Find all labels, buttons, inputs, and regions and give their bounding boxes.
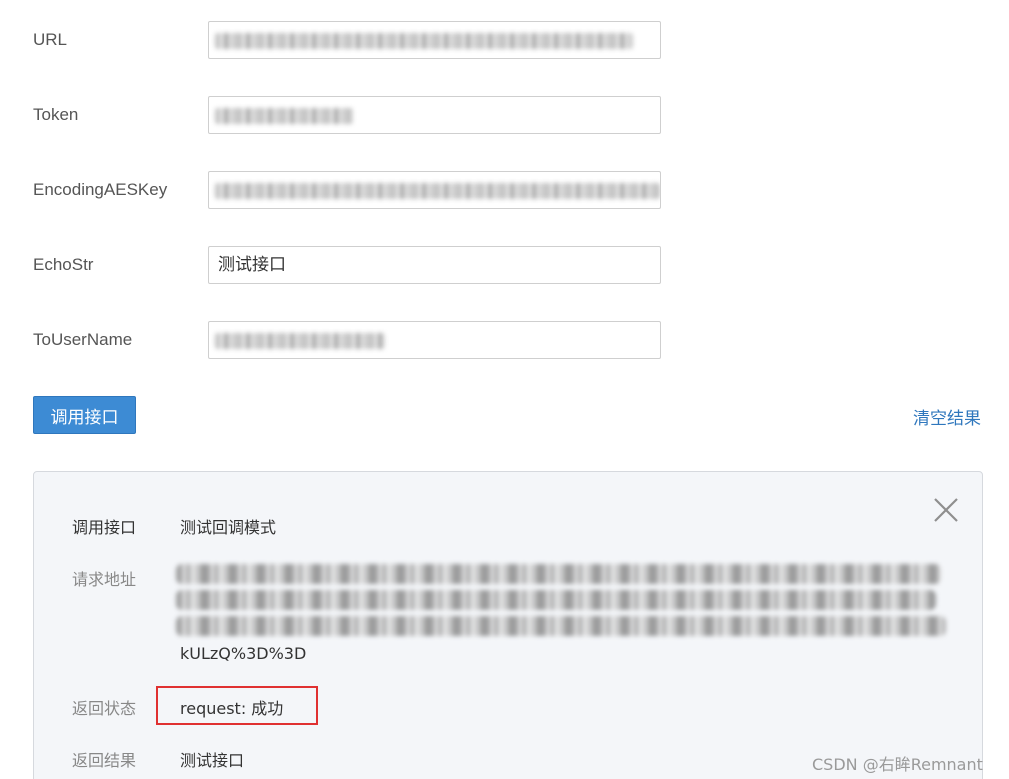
token-redacted (215, 108, 353, 124)
return-status-value: request: 成功 (180, 699, 284, 718)
token-input[interactable] (208, 96, 661, 134)
encoding-aes-key-row: EncodingAESKey (0, 171, 700, 211)
echo-str-row: EchoStr 测试接口 (0, 246, 700, 286)
request-url-label: 请求地址 (72, 570, 137, 589)
encoding-aes-key-redacted (215, 183, 660, 199)
request-url-redacted-line-3 (176, 616, 946, 636)
url-input[interactable] (208, 21, 661, 59)
echo-str-label: EchoStr (33, 255, 94, 274)
to-user-name-input[interactable] (208, 321, 661, 359)
return-result-label: 返回结果 (72, 751, 137, 770)
token-label: Token (33, 105, 79, 124)
url-redacted (215, 33, 633, 49)
request-url-redacted-line-2 (176, 590, 936, 610)
clear-results-link[interactable]: 清空结果 (913, 404, 981, 429)
echo-str-input[interactable]: 测试接口 (208, 246, 661, 284)
request-url-redacted-line-1 (176, 564, 941, 584)
call-interface-label: 调用接口 (72, 518, 137, 537)
watermark: CSDN @右眸Remnant (812, 755, 983, 774)
to-user-name-row: ToUserName (0, 321, 700, 361)
close-icon[interactable] (932, 496, 960, 524)
return-result-value: 测试接口 (180, 751, 245, 770)
to-user-name-label: ToUserName (33, 330, 133, 349)
request-url-tail: kULzQ%3D%3D (180, 644, 307, 663)
token-row: Token (0, 96, 700, 136)
call-interface-button[interactable]: 调用接口 (33, 396, 136, 434)
url-label: URL (33, 30, 68, 49)
url-row: URL (0, 21, 700, 61)
result-panel: 调用接口 测试回调模式 请求地址 kULzQ%3D%3D 返回状态 reques… (33, 471, 983, 779)
encoding-aes-key-label: EncodingAESKey (33, 180, 168, 199)
encoding-aes-key-input[interactable] (208, 171, 661, 209)
call-interface-value: 测试回调模式 (180, 518, 277, 537)
return-status-label: 返回状态 (72, 699, 137, 718)
to-user-name-redacted (215, 333, 385, 349)
